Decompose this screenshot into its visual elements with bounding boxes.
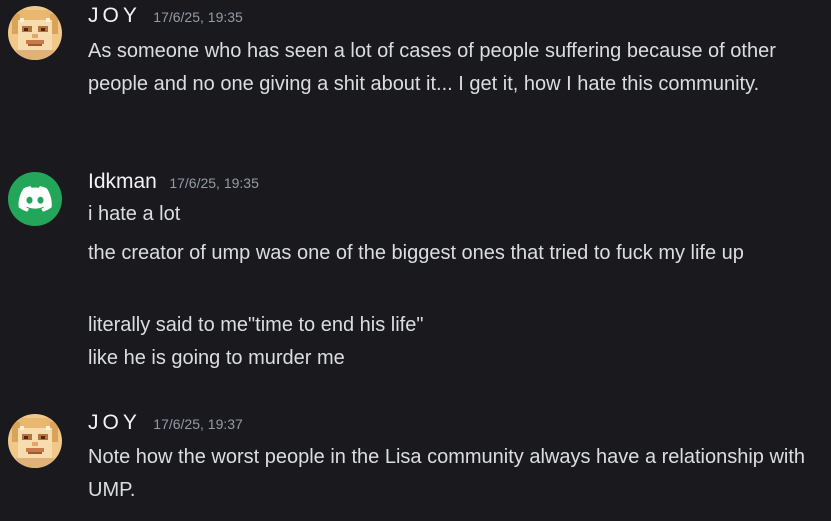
username[interactable]: JOY [88,4,141,27]
username[interactable]: Idkman [88,170,157,193]
message-header: Idkman 17/6/25, 19:35 [88,170,259,194]
avatar[interactable] [8,6,62,60]
discord-logo-icon [18,186,52,212]
timestamp[interactable]: 17/6/25, 19:35 [153,9,243,25]
message-text: i hate a lot [88,203,181,225]
chat-messages: JOY 17/6/25, 19:35 As someone who has se… [0,0,831,521]
message-text: Note how the worst people in the Lisa co… [88,446,806,501]
pixel-art-face-icon [8,6,62,60]
message-text: the creator of ump was one of the bigges… [88,242,744,264]
username[interactable]: JOY [88,411,141,434]
message-group-joy-2: JOY 17/6/25, 19:37 Note how the worst pe… [0,409,831,521]
message-header: JOY 17/6/25, 19:37 [88,411,243,435]
message-group-joy-1: JOY 17/6/25, 19:35 As someone who has se… [0,0,831,140]
avatar[interactable] [8,172,62,226]
timestamp[interactable]: 17/6/25, 19:35 [169,175,259,191]
avatar[interactable] [8,414,62,468]
message-text: literally said to me"time to end his lif… [88,314,424,336]
message-text: As someone who has seen a lot of cases o… [88,40,776,95]
message-text: like he is going to murder me [88,347,345,369]
message-group-idkman: Idkman 17/6/25, 19:35 i hate a lot the c… [0,165,831,385]
message-header: JOY 17/6/25, 19:35 [88,4,243,28]
timestamp[interactable]: 17/6/25, 19:37 [153,416,243,432]
pixel-art-face-icon [8,414,62,468]
